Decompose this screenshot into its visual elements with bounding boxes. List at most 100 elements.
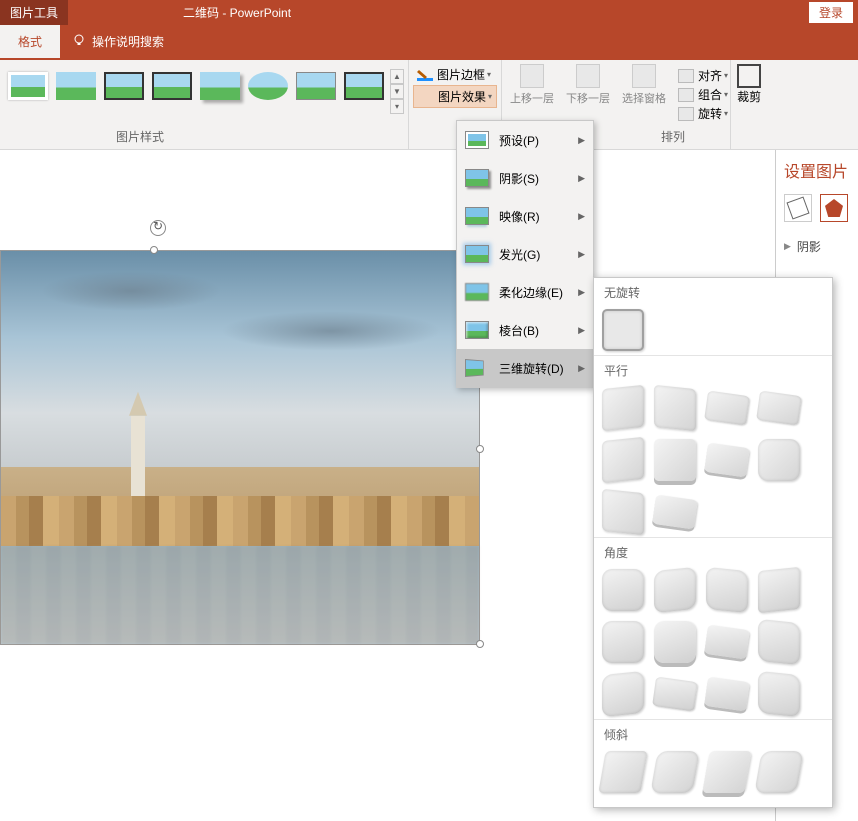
ribbon: ▲ ▼ ▾ 图片样式 图片边框 ▾ 图片效果 ▾ 上移一层 下移一层 选择窗格: [0, 60, 858, 150]
rot3d-persp-11[interactable]: [704, 677, 750, 712]
effect-preset[interactable]: 预设(P) ▶: [457, 121, 593, 159]
rot3d-persp-8[interactable]: [758, 619, 800, 665]
rot3d-parallel-5[interactable]: [602, 437, 644, 483]
group-dropdown[interactable]: 组合▾: [678, 85, 728, 104]
rot3d-persp-7[interactable]: [704, 625, 750, 660]
selection-pane-icon: [632, 64, 656, 88]
rotate-dropdown[interactable]: 旋转▾: [678, 104, 728, 123]
style-thumb-6[interactable]: [245, 69, 291, 103]
selection-handle[interactable]: [150, 246, 158, 254]
style-thumb-2[interactable]: [53, 69, 99, 103]
effect-soft-edges-label: 柔化边缘(E): [499, 284, 563, 301]
effects-tab[interactable]: [820, 194, 848, 222]
tell-me-search[interactable]: 操作说明搜索: [92, 25, 164, 50]
rot3d-persp-5[interactable]: [602, 621, 644, 663]
oblique-grid: [594, 747, 832, 797]
reflection-icon: [465, 207, 489, 225]
rot3d-parallel-10[interactable]: [652, 495, 698, 530]
gallery-expand[interactable]: ▾: [390, 99, 404, 114]
ribbon-tabs: 格式 操作说明搜索: [0, 25, 858, 60]
soft-edge-icon: [465, 283, 489, 301]
effect-glow[interactable]: 发光(G) ▶: [457, 235, 593, 273]
format-pane-tabs: [780, 194, 854, 222]
gallery-scroll-down[interactable]: ▼: [390, 84, 404, 99]
no-rotation-grid: [594, 305, 832, 355]
section-no-rotation: 无旋转: [594, 278, 832, 305]
section-parallel: 平行: [594, 355, 832, 383]
rot3d-parallel-9[interactable]: [602, 489, 644, 535]
effects-icon: [418, 90, 434, 104]
rot3d-oblique-4[interactable]: [754, 751, 803, 793]
chevron-right-icon: ▶: [578, 135, 585, 146]
rot3d-parallel-2[interactable]: [654, 385, 696, 431]
chevron-right-icon: ▶: [578, 173, 585, 184]
rot3d-oblique-1[interactable]: [598, 751, 647, 793]
rot3d-none[interactable]: [602, 309, 644, 351]
section-oblique: 倾斜: [594, 719, 832, 747]
effect-bevel-label: 棱台(B): [499, 322, 539, 339]
shadow-section-header[interactable]: ▶ 阴影: [780, 234, 854, 259]
style-thumb-1[interactable]: [5, 69, 51, 103]
align-dropdown[interactable]: 对齐▾: [678, 66, 728, 85]
picture-border-dropdown[interactable]: 图片边框 ▾: [413, 64, 497, 85]
selection-handle[interactable]: [476, 445, 484, 453]
picture-tools-context: 图片工具: [0, 0, 68, 25]
effect-3d-rotation[interactable]: 三维旋转(D)▶: [457, 349, 593, 387]
effect-preset-label: 预设(P): [499, 132, 539, 149]
rot3d-parallel-7[interactable]: [704, 443, 750, 478]
rot3d-persp-12[interactable]: [758, 671, 800, 717]
chevron-down-icon: ▾: [488, 92, 492, 101]
rot3d-persp-1[interactable]: [602, 569, 644, 611]
gallery-scroll-up[interactable]: ▲: [390, 69, 404, 84]
pen-icon: [417, 68, 433, 82]
format-pane-title: 设置图片: [780, 158, 854, 182]
style-thumb-7[interactable]: [293, 69, 339, 103]
effect-reflection-label: 映像(R): [499, 208, 540, 225]
fill-tab[interactable]: [784, 194, 812, 222]
crop-label: 裁剪: [737, 88, 761, 105]
chevron-right-icon: ▶: [784, 241, 791, 252]
selection-handle[interactable]: [476, 640, 484, 648]
picture-effects-dropdown[interactable]: 图片效果 ▾: [413, 85, 497, 108]
selection-pane-label: 选择窗格: [622, 90, 666, 106]
tab-format[interactable]: 格式: [0, 25, 60, 58]
rot3d-parallel-6[interactable]: [654, 439, 696, 481]
crop-icon: [737, 64, 761, 88]
login-button[interactable]: 登录: [809, 2, 853, 23]
style-thumb-8[interactable]: [341, 69, 387, 103]
chevron-right-icon: ▶: [578, 249, 585, 260]
align-label: 对齐: [698, 67, 722, 84]
rot3d-parallel-4[interactable]: [756, 391, 802, 426]
rot3d-oblique-3[interactable]: [702, 751, 751, 793]
rot3d-parallel-3[interactable]: [704, 391, 750, 426]
style-thumb-5[interactable]: [197, 69, 243, 103]
rot3d-parallel-8[interactable]: [758, 439, 800, 481]
rot3d-parallel-1[interactable]: [602, 385, 644, 431]
crop-button[interactable]: 裁剪: [737, 64, 761, 149]
perspective-grid: [594, 565, 832, 719]
rot3d-persp-4[interactable]: [758, 567, 800, 613]
effect-soft-edges[interactable]: 柔化边缘(E) ▶: [457, 273, 593, 311]
chevron-right-icon: ▶: [578, 287, 585, 298]
effect-shadow[interactable]: 阴影(S)▶: [457, 159, 593, 197]
selected-image[interactable]: [0, 250, 480, 645]
rotate-icon: [678, 107, 694, 121]
rot3d-oblique-2[interactable]: [650, 751, 699, 793]
rotate-handle[interactable]: [150, 220, 166, 236]
align-icon: [678, 69, 694, 83]
rotate-label: 旋转: [698, 105, 722, 122]
style-thumb-3[interactable]: [101, 69, 147, 103]
rot3d-persp-3[interactable]: [706, 567, 748, 613]
effect-glow-label: 发光(G): [499, 246, 540, 263]
style-thumb-4[interactable]: [149, 69, 195, 103]
rot3d-persp-10[interactable]: [652, 677, 698, 712]
effect-3d-rotation-label: 三维旋转(D): [499, 360, 564, 377]
rot3d-persp-9[interactable]: [602, 671, 644, 717]
rot3d-persp-2[interactable]: [654, 567, 696, 613]
effect-reflection[interactable]: 映像(R)▶: [457, 197, 593, 235]
arrange-group-label: 排列: [618, 128, 728, 145]
document-title: 二维码 - PowerPoint: [183, 4, 291, 21]
rot3d-persp-6[interactable]: [654, 621, 696, 663]
effect-bevel[interactable]: 棱台(B)▶: [457, 311, 593, 349]
chevron-down-icon: ▾: [487, 70, 491, 79]
